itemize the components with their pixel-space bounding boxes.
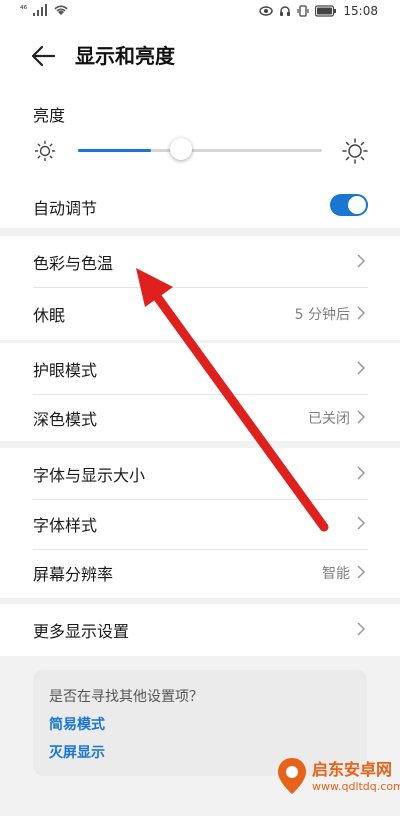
wifi-icon — [54, 5, 68, 15]
row-label: 深色模式 — [33, 410, 98, 429]
row-value: 已关闭 — [308, 411, 350, 427]
watermark: 启东安卓网 www.qdltdq.com — [272, 750, 400, 810]
row-label: 色彩与色温 — [33, 254, 114, 273]
brightness-low-icon — [34, 140, 56, 162]
signal-icon — [33, 4, 48, 16]
auto-brightness-label: 自动调节 — [33, 199, 98, 218]
brightness-label: 亮度 — [33, 106, 66, 125]
header: 显示和亮度 — [0, 26, 400, 90]
row-label: 屏幕分辨率 — [33, 565, 114, 584]
row-eye-comfort[interactable]: 护眼模式 — [33, 343, 368, 395]
chevron-right-icon — [357, 565, 366, 579]
watermark-logo-icon — [278, 758, 306, 794]
eye-icon — [259, 6, 274, 16]
row-label: 护眼模式 — [33, 361, 98, 380]
settings-section-1: 色彩与色温 休眠 5 分钟后 — [0, 236, 400, 340]
row-label: 更多显示设置 — [33, 622, 130, 641]
brightness-slider-thumb[interactable] — [170, 138, 192, 160]
row-value: 智能 — [322, 566, 350, 582]
watermark-name: 启东安卓网 — [312, 760, 393, 779]
row-more-display-settings[interactable]: 更多显示设置 — [33, 604, 368, 656]
row-font-style[interactable]: 字体样式 — [33, 498, 368, 550]
chevron-right-icon — [357, 361, 366, 375]
settings-section-4: 更多显示设置 — [0, 604, 400, 656]
page-title: 显示和亮度 — [75, 44, 175, 68]
brightness-high-icon — [342, 138, 368, 164]
back-arrow-icon[interactable] — [30, 42, 58, 70]
chevron-right-icon — [357, 410, 366, 424]
row-color-temperature[interactable]: 色彩与色温 — [33, 236, 368, 288]
settings-section-2: 护眼模式 深色模式 已关闭 — [0, 343, 400, 441]
signal-label: ⁴⁶ — [20, 5, 28, 15]
chevron-right-icon — [357, 516, 366, 530]
brightness-card: 亮度 自动调节 — [0, 90, 400, 228]
brightness-slider[interactable] — [78, 138, 322, 160]
row-label: 休眠 — [33, 306, 66, 325]
row-screen-resolution[interactable]: 屏幕分辨率 智能 — [33, 547, 368, 599]
vibrate-icon — [297, 5, 310, 17]
row-label: 字体样式 — [33, 516, 98, 535]
status-time: 15:08 — [343, 4, 378, 18]
headset-icon — [280, 6, 291, 16]
battery-icon — [315, 5, 337, 17]
chevron-right-icon — [357, 622, 366, 636]
auto-brightness-toggle[interactable] — [330, 194, 368, 216]
row-sleep[interactable]: 休眠 5 分钟后 — [33, 288, 368, 340]
chevron-right-icon — [357, 466, 366, 480]
toggle-knob — [348, 196, 366, 214]
suggestion-title: 是否在寻找其他设置项？ — [49, 689, 203, 705]
settings-section-3: 字体与显示大小 字体样式 屏幕分辨率 智能 — [0, 448, 400, 598]
row-value: 5 分钟后 — [294, 307, 350, 323]
chevron-right-icon — [357, 306, 366, 320]
watermark-url: www.qdltdq.com — [312, 780, 400, 793]
brightness-slider-fill — [78, 149, 151, 152]
row-dark-mode[interactable]: 深色模式 已关闭 — [33, 392, 368, 444]
row-label: 字体与显示大小 — [33, 466, 146, 485]
link-always-on-display[interactable]: 灭屏显示 — [49, 742, 105, 762]
row-font-display-size[interactable]: 字体与显示大小 — [33, 448, 368, 500]
status-bar: ⁴⁶ 15:08 — [0, 0, 400, 26]
link-simple-mode[interactable]: 简易模式 — [49, 714, 105, 734]
chevron-right-icon — [357, 254, 366, 268]
